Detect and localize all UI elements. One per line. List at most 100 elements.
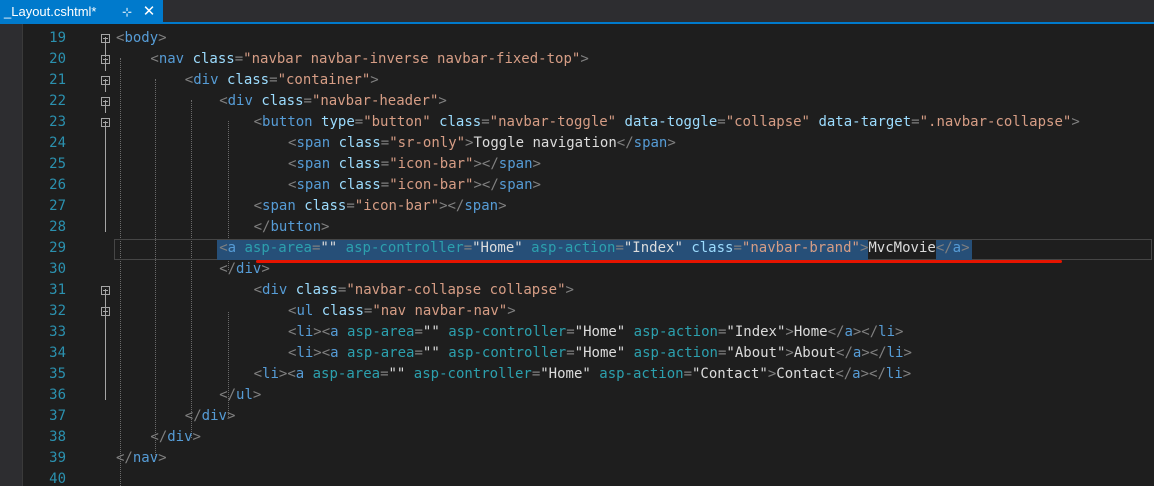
code-line[interactable]: </div>	[185, 406, 236, 427]
code-token: nav	[132, 450, 159, 466]
document-tab-bar: _Layout.cshtml* ⊹ ✕	[0, 0, 1154, 24]
code-token: >	[1071, 114, 1080, 130]
code-token: </	[836, 345, 853, 361]
code-token: =	[531, 366, 541, 382]
code-token: </	[616, 135, 634, 151]
code-token: asp-area	[347, 345, 415, 361]
code-token: asp-area	[347, 324, 415, 340]
code-token: ><	[313, 345, 331, 361]
close-icon[interactable]: ✕	[141, 0, 157, 24]
code-token: =	[566, 345, 575, 361]
code-token: >	[902, 366, 912, 382]
code-token: >	[158, 450, 167, 466]
code-token: "navbar-header"	[311, 93, 439, 109]
line-number: 23	[49, 114, 66, 130]
code-token: "container"	[277, 72, 371, 88]
code-line[interactable]: <li><a asp-area="" asp-controller="Home"…	[288, 322, 903, 343]
code-token: class	[439, 114, 482, 130]
code-token: class	[321, 303, 364, 319]
code-line[interactable]: </div>	[150, 427, 201, 448]
code-token: data-target	[818, 114, 912, 130]
code-token: >	[158, 30, 167, 46]
code-token: >	[192, 429, 201, 445]
code-token: "nav navbar-nav"	[372, 303, 508, 319]
code-line[interactable]: </nav>	[116, 448, 167, 469]
code-token: >	[961, 240, 970, 256]
code-token: </	[835, 366, 853, 382]
code-token: =	[234, 51, 244, 67]
indent-guide	[120, 58, 121, 486]
code-token: div	[236, 261, 262, 277]
code-token: asp-area	[244, 240, 312, 256]
code-line[interactable]: <span class="icon-bar"></span>	[288, 154, 541, 175]
code-token: li	[886, 345, 904, 361]
code-token: a	[330, 345, 339, 361]
code-line[interactable]: <a asp-area="" asp-controller="Home" asp…	[219, 238, 969, 259]
code-token: data-toggle	[624, 114, 718, 130]
code-token: ""	[422, 324, 440, 340]
code-token: button	[262, 114, 313, 130]
code-line[interactable]: <span class="sr-only">Toggle navigation<…	[288, 133, 676, 154]
indicator-margin	[0, 24, 22, 486]
document-tab-layout-cshtml[interactable]: _Layout.cshtml* ⊹ ✕	[0, 0, 163, 24]
line-number: 38	[49, 429, 66, 445]
code-line[interactable]: <nav class="navbar navbar-inverse navbar…	[150, 49, 588, 70]
code-line[interactable]: <span class="icon-bar"></span>	[288, 175, 541, 196]
code-token: "Index"	[726, 324, 786, 340]
code-token: a	[952, 240, 962, 256]
code-line[interactable]: <div class="navbar-collapse collapse">	[254, 280, 574, 301]
code-line[interactable]: <button type="button" class="navbar-togg…	[254, 112, 1080, 133]
code-token: =	[380, 177, 390, 193]
code-line[interactable]: <div class="navbar-header">	[219, 91, 447, 112]
code-token: =	[911, 114, 920, 130]
outline-line	[105, 100, 106, 113]
line-number: 33	[49, 324, 66, 340]
code-token: "icon-bar"	[389, 177, 474, 193]
code-token: <	[253, 114, 263, 130]
code-editor[interactable]: 19 20 21 22 23 24 25 26 27 28 29 30 31 32 33 34 35 36 37 38…	[0, 24, 1154, 486]
code-token: class	[338, 135, 381, 151]
code-token: "navbar-collapse collapse"	[346, 282, 566, 298]
code-token: ></	[852, 324, 879, 340]
code-token: >	[895, 324, 904, 340]
code-token: </	[116, 450, 133, 466]
code-token: <	[253, 282, 263, 298]
code-line[interactable]: <span class="icon-bar"></span>	[254, 196, 507, 217]
line-number: 26	[49, 177, 66, 193]
code-token: body	[124, 30, 159, 46]
code-token: =	[380, 156, 390, 172]
code-token: asp-action	[633, 324, 718, 340]
code-token: class	[295, 282, 338, 298]
pin-icon[interactable]: ⊹	[119, 0, 135, 24]
line-number: 34	[49, 345, 66, 361]
code-line[interactable]: <body>	[116, 28, 167, 49]
code-token: div	[262, 282, 288, 298]
line-number: 28	[49, 219, 66, 235]
code-token: =	[683, 366, 692, 382]
code-line[interactable]: </ul>	[219, 385, 261, 406]
code-token: >	[785, 345, 794, 361]
code-token: class	[192, 51, 235, 67]
line-number: 37	[49, 408, 66, 424]
code-token: a	[852, 366, 861, 382]
code-token: ></	[439, 198, 465, 214]
code-token: span	[296, 177, 331, 193]
code-line[interactable]: <li><a asp-area="" asp-controller="Home"…	[288, 343, 912, 364]
code-line[interactable]: <li><a asp-area="" asp-controller="Home"…	[254, 364, 912, 385]
code-token: =	[615, 240, 624, 256]
code-line[interactable]: <ul class="nav navbar-nav">	[288, 301, 516, 322]
line-number: 40	[49, 471, 66, 486]
code-token: >	[252, 387, 262, 403]
outline-line	[105, 37, 106, 57]
code-token: <	[253, 366, 263, 382]
code-line[interactable]: <div class="container">	[185, 70, 379, 91]
line-number: 24	[49, 135, 66, 151]
code-line[interactable]: </button>	[254, 217, 330, 238]
code-token: =	[566, 324, 575, 340]
code-token: class	[691, 240, 734, 256]
